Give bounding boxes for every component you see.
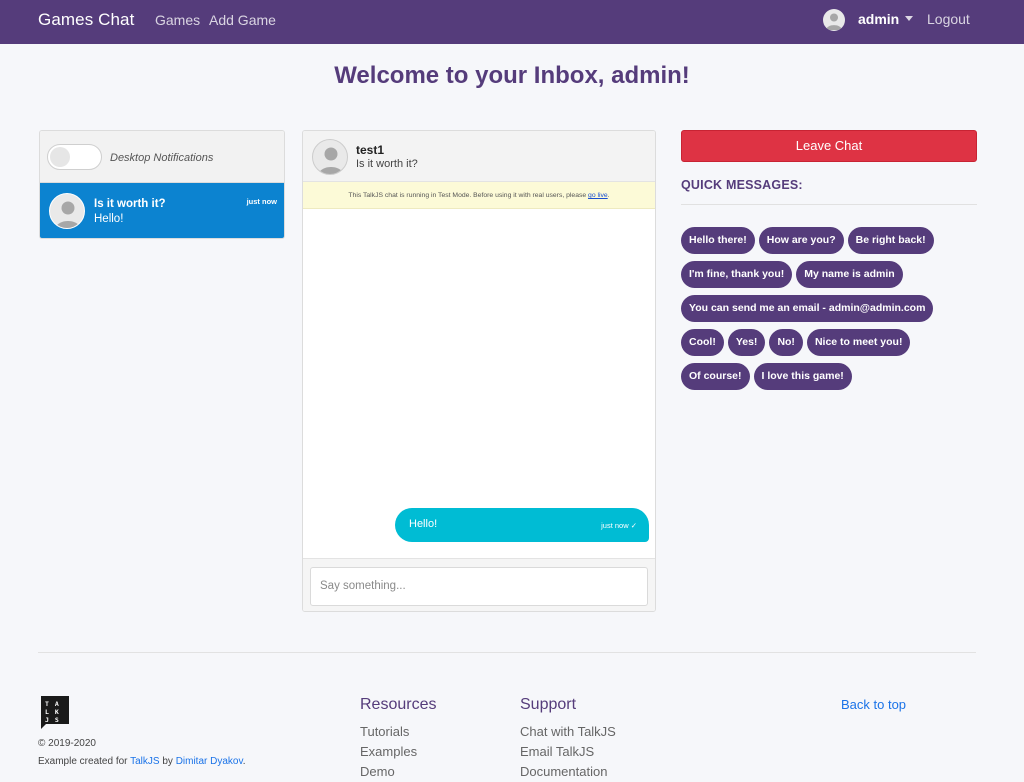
navbar: Games Chat Games Add Game admin Logout — [0, 0, 1024, 44]
conversation-subject: Is it worth it? — [94, 198, 166, 210]
quick-message-button[interactable]: Yes! — [727, 329, 766, 356]
logo-tail — [41, 724, 46, 729]
talkjs-logo: T A L KJ S — [41, 696, 69, 729]
toggle-knob — [50, 147, 70, 167]
go-live-link[interactable]: go live — [588, 192, 608, 199]
compose-area: Say something... — [303, 558, 655, 611]
demo-link[interactable]: Demo — [360, 764, 395, 779]
chat-with-talkjs-link[interactable]: Chat with TalkJS — [520, 724, 616, 739]
conversation-time: just now — [246, 197, 277, 206]
logout-link[interactable]: Logout — [927, 11, 970, 27]
test-mode-text: This TalkJS chat is running in Test Mode… — [348, 192, 587, 199]
nav-add-game-link[interactable]: Add Game — [209, 12, 276, 28]
tutorials-link[interactable]: Tutorials — [360, 724, 409, 739]
credit-prefix: Example created for — [38, 756, 128, 767]
chat-header: test1 Is it worth it? — [303, 131, 655, 182]
message-time: just now ✓ — [601, 521, 637, 530]
chat-participant-name: test1 — [356, 143, 385, 157]
credit-suffix: . — [242, 756, 246, 767]
caret-down-icon[interactable] — [905, 16, 913, 21]
talkjs-logo-text: T A L KJ S — [45, 700, 60, 724]
quick-message-button[interactable]: I love this game! — [753, 363, 852, 390]
copyright: © 2019-2020 — [38, 738, 96, 749]
quick-message-button[interactable]: No! — [769, 329, 803, 356]
email-talkjs-link[interactable]: Email TalkJS — [520, 744, 594, 759]
divider — [681, 204, 977, 205]
quick-message-button[interactable]: How are you? — [758, 227, 844, 254]
examples-link[interactable]: Examples — [360, 744, 417, 759]
credit-line: Example created for TalkJS by Dimitar Dy… — [38, 756, 246, 767]
talkjs-link[interactable]: TalkJS — [130, 756, 159, 767]
documentation-link[interactable]: Documentation — [520, 764, 607, 779]
message-text: Hello! — [409, 518, 438, 530]
quick-messages-title: QUICK MESSAGES: — [681, 178, 803, 192]
author-link[interactable]: Dimitar Dyakov — [176, 756, 243, 767]
resources-heading: Resources — [360, 696, 437, 713]
quick-messages-list: Hello there! How are you? Be right back!… — [681, 227, 977, 397]
avatar-icon — [49, 193, 85, 229]
chat-subject: Is it worth it? — [356, 158, 418, 170]
leave-chat-button[interactable]: Leave Chat — [681, 130, 977, 162]
notifications-bar: Desktop Notifications — [40, 131, 284, 183]
quick-message-button[interactable]: You can send me an email - admin@admin.c… — [681, 295, 934, 322]
quick-message-button[interactable]: Be right back! — [847, 227, 934, 254]
banner-period: . — [607, 192, 610, 199]
quick-message-button[interactable]: Of course! — [681, 363, 750, 390]
brand-link[interactable]: Games Chat — [38, 10, 134, 30]
page-title: Welcome to your Inbox, admin! — [334, 62, 690, 89]
user-avatar-icon[interactable] — [823, 9, 845, 31]
quick-message-button[interactable]: I'm fine, thank you! — [681, 261, 793, 288]
conversation-item[interactable]: Is it worth it? Hello! just now — [40, 183, 284, 238]
test-mode-banner: This TalkJS chat is running in Test Mode… — [303, 182, 655, 209]
quick-message-button[interactable]: Hello there! — [681, 227, 755, 254]
message-bubble: Hello! just now ✓ — [395, 508, 649, 542]
notifications-label: Desktop Notifications — [110, 152, 214, 164]
message-input[interactable]: Say something... — [310, 567, 648, 606]
credit-by: by — [162, 756, 173, 767]
avatar-icon — [312, 139, 348, 175]
support-heading: Support — [520, 696, 577, 713]
conversation-last-message: Hello! — [94, 213, 124, 225]
footer-divider — [38, 652, 976, 653]
back-to-top-link[interactable]: Back to top — [841, 697, 906, 712]
user-menu-toggle[interactable]: admin — [858, 11, 899, 27]
desktop-notifications-toggle[interactable] — [47, 144, 102, 170]
quick-message-button[interactable]: Nice to meet you! — [806, 329, 911, 356]
nav-games-link[interactable]: Games — [155, 12, 200, 28]
quick-message-button[interactable]: My name is admin — [796, 261, 903, 288]
conversation-list: Desktop Notifications Is it worth it? He… — [39, 130, 285, 239]
quick-message-button[interactable]: Cool! — [681, 329, 724, 356]
chatbox: test1 Is it worth it? This TalkJS chat i… — [302, 130, 656, 612]
